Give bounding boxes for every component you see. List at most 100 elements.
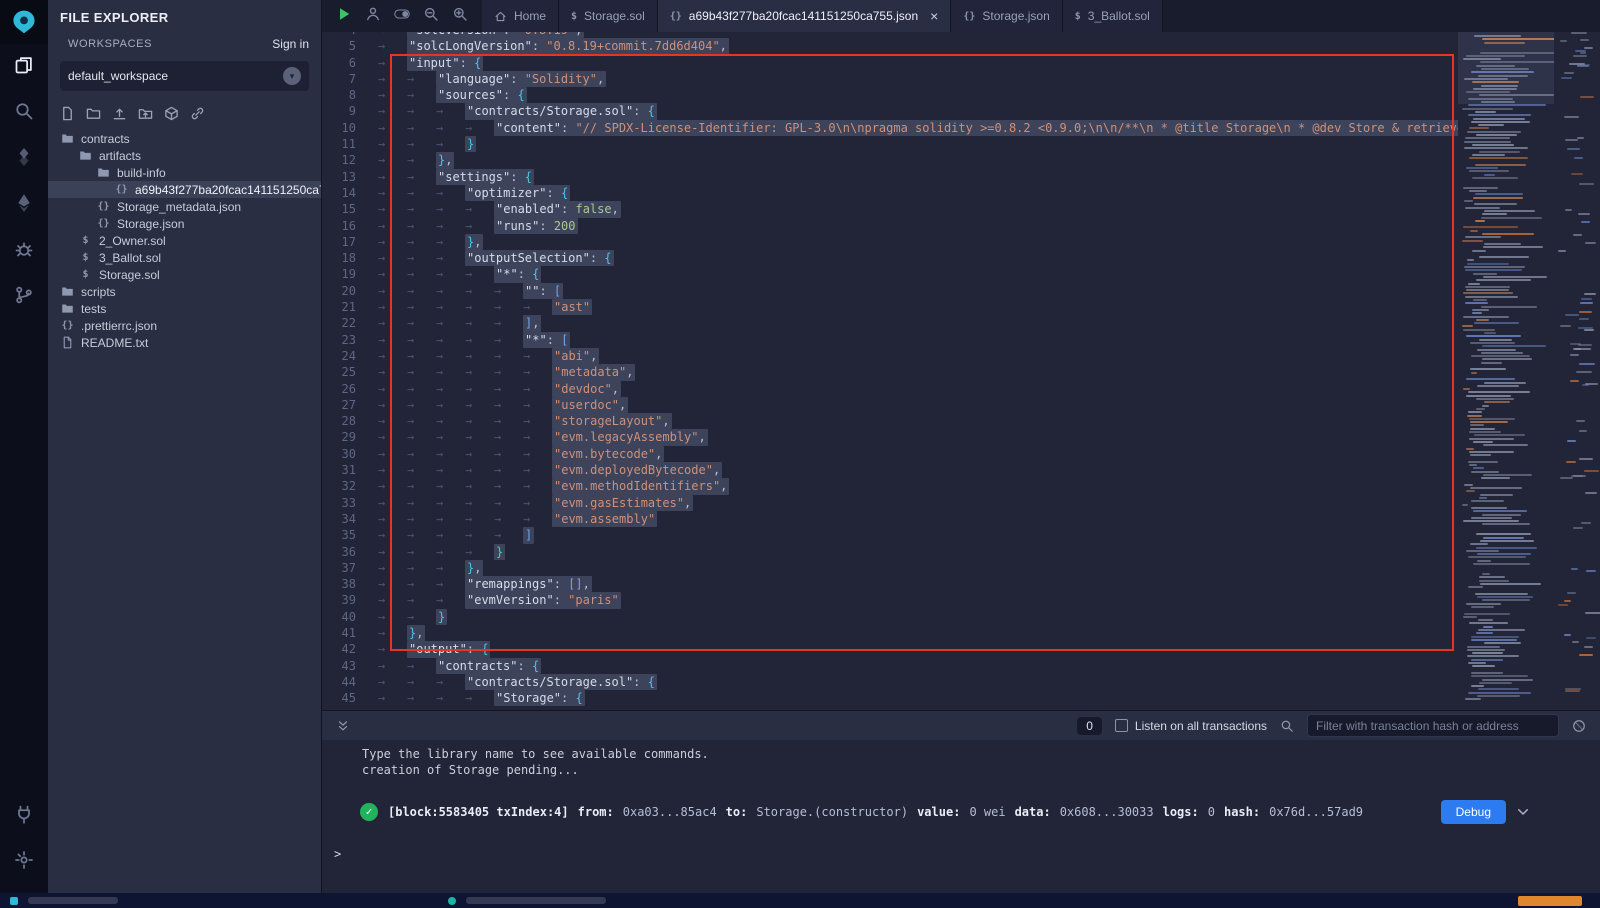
tab-Storage.json[interactable]: {}Storage.json: [951, 0, 1062, 32]
debug-button[interactable]: Debug: [1441, 800, 1506, 824]
tab-Storage.sol[interactable]: $Storage.sol: [559, 0, 658, 32]
line-number[interactable]: 23: [322, 332, 368, 348]
terminal-output[interactable]: Type the library name to see available c…: [322, 740, 1600, 893]
transaction-filter-input[interactable]: [1307, 714, 1559, 737]
code-line[interactable]: 5→"solcLongVersion": "0.8.19+commit.7dd6…: [322, 38, 1458, 54]
tree-item[interactable]: {}Storage.json: [48, 215, 321, 232]
rail-file-explorer[interactable]: [0, 44, 48, 90]
line-number[interactable]: 11: [322, 136, 368, 152]
line-number[interactable]: 22: [322, 315, 368, 331]
line-number[interactable]: 16: [322, 218, 368, 234]
line-number[interactable]: 27: [322, 397, 368, 413]
transaction-log-row[interactable]: ✓ [block:5583405 txIndex:4] from:0xa03..…: [360, 800, 1586, 824]
tree-item[interactable]: scripts: [48, 283, 321, 300]
expand-terminal-icon[interactable]: [336, 719, 350, 733]
close-tab-icon[interactable]: ×: [930, 9, 938, 23]
line-number[interactable]: 5: [322, 38, 368, 54]
line-number[interactable]: 14: [322, 185, 368, 201]
listen-all-checkbox[interactable]: [1115, 719, 1128, 732]
line-number[interactable]: 21: [322, 299, 368, 315]
tab-a69b43f277ba20fcac141151250ca755.json[interactable]: {}a69b43f277ba20fcac141151250ca755.json×: [658, 0, 952, 32]
line-number[interactable]: 17: [322, 234, 368, 250]
line-number[interactable]: 10: [322, 120, 368, 136]
line-number[interactable]: 42: [322, 641, 368, 657]
line-number[interactable]: 31: [322, 462, 368, 478]
line-number[interactable]: 26: [322, 381, 368, 397]
line-number[interactable]: 36: [322, 544, 368, 560]
line-number[interactable]: 44: [322, 674, 368, 690]
line-number[interactable]: 19: [322, 266, 368, 282]
line-number[interactable]: 35: [322, 527, 368, 543]
tab-Home[interactable]: Home: [482, 0, 559, 32]
terminal-prompt[interactable]: >: [334, 846, 1586, 862]
tree-item[interactable]: README.txt: [48, 334, 321, 351]
link-button[interactable]: [190, 106, 205, 121]
line-number[interactable]: 15: [322, 201, 368, 217]
line-number[interactable]: 24: [322, 348, 368, 364]
tree-item[interactable]: artifacts: [48, 147, 321, 164]
code-line[interactable]: 45→→→→"Storage": {: [322, 690, 1458, 706]
statusbar-alert-badge[interactable]: [1518, 896, 1582, 906]
tree-item[interactable]: {}.prettierrc.json: [48, 317, 321, 334]
line-number[interactable]: 12: [322, 152, 368, 168]
rail-plugin-manager[interactable]: [0, 793, 48, 839]
tree-item[interactable]: contracts: [48, 130, 321, 147]
line-number[interactable]: 37: [322, 560, 368, 576]
tree-item[interactable]: build-info: [48, 164, 321, 181]
block-indicator-icon[interactable]: [1572, 719, 1586, 733]
libraries-button[interactable]: [164, 106, 179, 121]
rail-deploy-run[interactable]: [0, 182, 48, 228]
tree-item[interactable]: $Storage.sol: [48, 266, 321, 283]
minimap[interactable]: [1458, 32, 1554, 710]
line-number[interactable]: 38: [322, 576, 368, 592]
line-number[interactable]: 40: [322, 609, 368, 625]
line-number[interactable]: 30: [322, 446, 368, 462]
line-number[interactable]: 29: [322, 429, 368, 445]
line-number[interactable]: 25: [322, 364, 368, 380]
code-editor[interactable]: 4→"solcVersion": "0.8.19",5→"solcLongVer…: [322, 32, 1600, 710]
line-number[interactable]: 41: [322, 625, 368, 641]
workspace-select[interactable]: default_workspace ▾: [60, 61, 309, 91]
terminal-search-icon[interactable]: [1280, 719, 1294, 733]
rail-debugger[interactable]: [0, 228, 48, 274]
tree-item[interactable]: {}a69b43f277ba20fcac141151250ca7...: [48, 181, 321, 198]
line-number[interactable]: 9: [322, 103, 368, 119]
sign-in-button[interactable]: Sign in: [267, 37, 309, 51]
line-number[interactable]: 34: [322, 511, 368, 527]
line-number[interactable]: 13: [322, 169, 368, 185]
line-number[interactable]: 28: [322, 413, 368, 429]
upload-file-button[interactable]: [112, 106, 127, 121]
line-number[interactable]: 32: [322, 478, 368, 494]
zoom-in-button[interactable]: [452, 6, 468, 27]
tree-item[interactable]: $3_Ballot.sol: [48, 249, 321, 266]
code-line[interactable]: 43→→"contracts": {: [322, 658, 1458, 674]
tree-item[interactable]: $2_Owner.sol: [48, 232, 321, 249]
line-number[interactable]: 43: [322, 658, 368, 674]
toggle-button[interactable]: [394, 6, 410, 27]
line-number[interactable]: 20: [322, 283, 368, 299]
rail-solidity-compiler[interactable]: [0, 136, 48, 182]
tree-item[interactable]: tests: [48, 300, 321, 317]
line-number[interactable]: 45: [322, 690, 368, 706]
ruler-mark: [1567, 148, 1581, 150]
chevron-down-icon[interactable]: [1516, 805, 1530, 819]
line-number[interactable]: 8: [322, 87, 368, 103]
zoom-out-button[interactable]: [423, 6, 439, 27]
tab-3_Ballot.sol[interactable]: $3_Ballot.sol: [1063, 0, 1163, 32]
new-folder-button[interactable]: [86, 106, 101, 121]
play-button[interactable]: [336, 6, 352, 27]
rail-settings[interactable]: [0, 839, 48, 885]
line-number[interactable]: 7: [322, 71, 368, 87]
line-number[interactable]: 39: [322, 592, 368, 608]
line-number[interactable]: 18: [322, 250, 368, 266]
line-number[interactable]: 6: [322, 55, 368, 71]
upload-folder-button[interactable]: [138, 106, 153, 121]
code-line[interactable]: 44→→→"contracts/Storage.sol": {: [322, 674, 1458, 690]
new-file-button[interactable]: [60, 106, 75, 121]
tree-item[interactable]: {}Storage_metadata.json: [48, 198, 321, 215]
person-button[interactable]: [365, 6, 381, 27]
rail-search[interactable]: [0, 90, 48, 136]
line-number[interactable]: 33: [322, 495, 368, 511]
minimap-viewport[interactable]: [1458, 32, 1554, 104]
rail-git[interactable]: [0, 274, 48, 320]
